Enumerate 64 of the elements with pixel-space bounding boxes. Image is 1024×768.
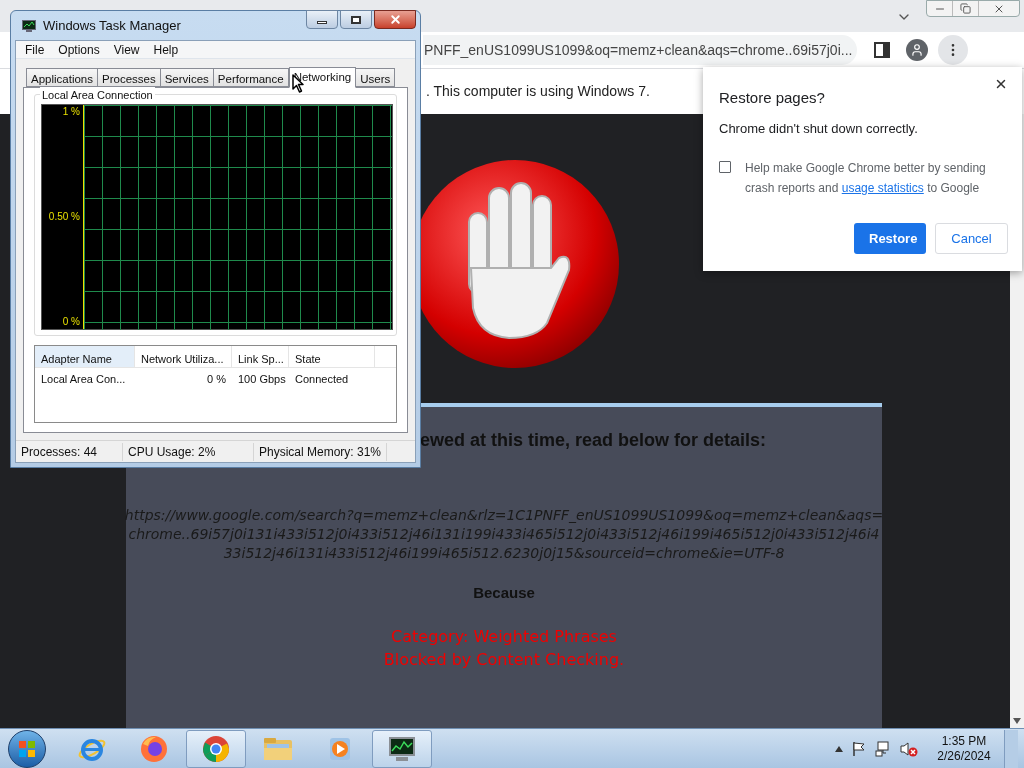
menu-item[interactable]: Options: [58, 40, 100, 59]
scroll-down-icon[interactable]: [1013, 718, 1021, 724]
dialog-message: Chrome didn't shut down correctly.: [719, 119, 919, 138]
because-label: Because: [473, 583, 535, 603]
window-title: Windows Task Manager: [43, 16, 182, 35]
column-header[interactable]: Adapter Name: [35, 346, 135, 367]
side-panel-icon[interactable]: [874, 42, 890, 59]
table-cell-text: Local Area Con...: [40, 372, 127, 387]
cancel-button[interactable]: Cancel: [935, 223, 1008, 254]
checkbox[interactable]: [719, 161, 731, 173]
clock-time: 1:35 PM: [941, 733, 987, 749]
graph-axis-label: 0 %: [62, 316, 80, 328]
table-cell-text: Connected: [294, 372, 350, 387]
restore-button[interactable]: Restore: [854, 223, 926, 254]
usage-statistics-link[interactable]: usage statistics: [841, 181, 924, 195]
windows-logo-icon: [18, 739, 36, 758]
address-text: PNFF_enUS1099US1099&oq=memz+clean&aqs=chrome..69i57j0i...: [424, 40, 853, 60]
show-hidden-icons-icon[interactable]: [835, 745, 843, 752]
blocked-url-line: chrome..69i57j0i131i433i512j0i433i512j46i131i199i433i465i512j0i433i512j46i199i465i512j0i433i512j46i4: [128, 525, 880, 544]
muted-speaker-icon[interactable]: [900, 740, 918, 757]
close-button[interactable]: [374, 10, 416, 29]
close-icon: [388, 13, 402, 26]
checkbox-label: Help make Google Chrome better by sending crash reports and usage statistics to Google: [745, 160, 987, 197]
status-text: Processes: 44: [16, 442, 123, 461]
menu-item[interactable]: View: [113, 40, 140, 59]
block-reason: Category: Weighted Phrases: [391, 625, 617, 648]
block-reason: Blocked by Content Checking.: [383, 648, 625, 671]
column-header[interactable]: State: [289, 346, 375, 367]
tab[interactable]: Processes: [98, 68, 161, 87]
tab[interactable]: Services: [160, 68, 214, 87]
restore-icon: [960, 3, 971, 14]
tab[interactable]: Users: [356, 68, 396, 87]
menu-item[interactable]: Help: [153, 40, 179, 59]
chrome-icon: [201, 733, 231, 764]
person-icon: [910, 43, 924, 58]
dialog-title: Restore pages?: [719, 88, 825, 108]
monitor-graph-icon: [21, 18, 37, 33]
close-icon[interactable]: [994, 77, 1008, 91]
blocked-url-line: https://www.google.com/search?q=memz+clean&rlz=1C1PNFF_enUS1099US1099&oq=memz+clean&aqs=: [124, 506, 884, 525]
graph-axis-label: 0.50 %: [48, 211, 80, 223]
clock-date: 2/26/2024: [937, 748, 991, 764]
start-button[interactable]: [8, 729, 46, 768]
maximize-button[interactable]: [340, 10, 372, 29]
clock[interactable]: 1:35 PM 2/26/2024: [933, 733, 995, 764]
table-cell-text: 0 %: [206, 372, 227, 387]
tab[interactable]: Applications: [26, 68, 98, 87]
menu-item[interactable]: File: [25, 40, 45, 59]
column-header[interactable]: Network Utiliza...: [135, 346, 232, 367]
block-heading: ewed at this time, read below for details:: [420, 429, 767, 452]
address-bar[interactable]: PNFF_enUS1099US1099&oq=memz+clean&aqs=chrome..69i57j0i...: [423, 35, 857, 66]
firefox-icon: [139, 733, 169, 764]
blocked-url-line: 33i512j46i131i433i512j46i199i465i512.6230j0j15&sourceid=chrome&ie=UTF-8: [223, 544, 785, 563]
network-icon[interactable]: [875, 740, 891, 757]
profile-avatar[interactable]: [906, 39, 928, 62]
taskbar-app-button[interactable]: [372, 729, 432, 768]
table-cell-text: 100 Gbps: [237, 372, 287, 387]
status-text: Physical Memory: 31%: [254, 442, 388, 461]
flag-icon[interactable]: [852, 740, 866, 757]
status-text: CPU Usage: 2%: [123, 442, 254, 461]
info-bar-text: . This computer is using Windows 7.: [426, 82, 650, 102]
tab[interactable]: Performance: [213, 68, 289, 87]
minimize-button[interactable]: [306, 10, 338, 29]
graph-axis-label: 1 %: [62, 106, 80, 118]
column-header[interactable]: Link Sp...: [232, 346, 289, 367]
